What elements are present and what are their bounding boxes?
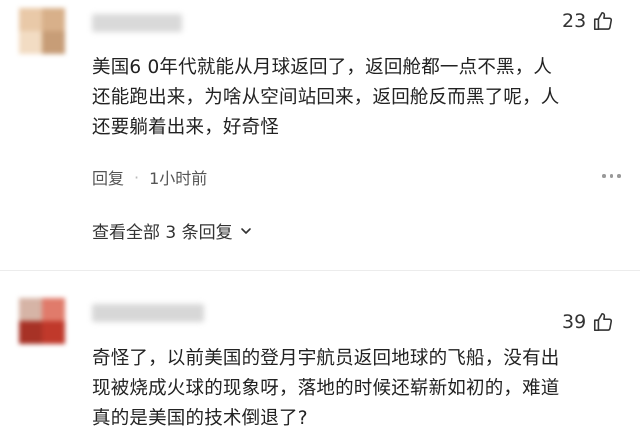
comment-2: 39 奇怪了，以前美国的登月宇航员返回地球的飞船，没有出 现被烧成火球的现象呀，… [0, 290, 640, 435]
more-dots-icon[interactable] [602, 174, 621, 178]
comment-text: 美国6 0年代就能从月球返回了，返回舱都一点不黑，人 还能跑出来，为啥从空间站回… [92, 53, 632, 143]
avatar[interactable] [19, 8, 65, 54]
timestamp: 1小时前 [149, 169, 208, 188]
comment-text-line: 真的是美国的技术倒退了? [92, 408, 308, 429]
comment-meta: 回复 · 1小时前 [92, 165, 207, 189]
thumbs-up-icon [594, 11, 613, 31]
meta-separator: · [134, 167, 140, 187]
divider [0, 270, 640, 271]
comment-text-line: 还要躺着出来，好奇怪 [92, 117, 280, 138]
like-count: 39 [562, 311, 587, 333]
view-replies-label: 查看全部 3 条回复 [92, 223, 233, 243]
chevron-down-icon [240, 227, 251, 234]
like-count: 23 [562, 10, 587, 32]
thumbs-up-icon [594, 312, 613, 332]
view-replies-link[interactable]: 查看全部 3 条回复 [92, 218, 253, 243]
avatar[interactable] [19, 298, 65, 344]
username-blurred[interactable] [92, 304, 204, 322]
comment-text-line: 美国6 0年代就能从月球返回了，返回舱都一点不黑，人 [92, 57, 553, 78]
reply-button[interactable]: 回复 [92, 165, 124, 189]
comment-text-line: 奇怪了，以前美国的登月宇航员返回地球的飞船，没有出 [92, 348, 560, 369]
comment-1: 23 美国6 0年代就能从月球返回了，返回舱都一点不黑，人 还能跑出来，为啥从空… [0, 0, 640, 262]
like-button[interactable]: 23 [562, 10, 614, 32]
comment-text-line: 现被烧成火球的现象呀，落地的时候还崭新如初的，难道 [92, 378, 560, 399]
comment-text: 奇怪了，以前美国的登月宇航员返回地球的飞船，没有出 现被烧成火球的现象呀，落地的… [92, 344, 632, 434]
username-blurred[interactable] [92, 14, 182, 32]
comment-text-line: 还能跑出来，为啥从空间站回来，返回舱反而黑了呢，人 [92, 87, 560, 108]
like-button[interactable]: 39 [562, 311, 614, 333]
